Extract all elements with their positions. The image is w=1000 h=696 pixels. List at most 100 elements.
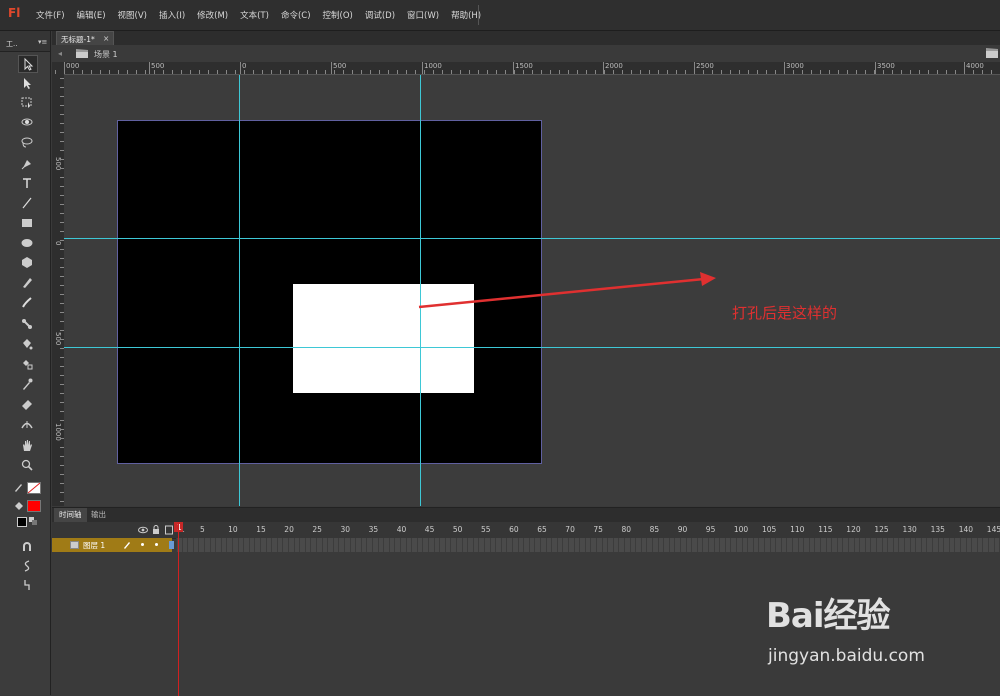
- frame-cell-divider: [416, 538, 418, 552]
- oval-tool[interactable]: [18, 235, 36, 251]
- subselection-icon: [24, 78, 31, 89]
- frame-cell-divider: [355, 538, 357, 552]
- ruler-minor-tick: [100, 70, 101, 74]
- bone-tool[interactable]: [18, 316, 36, 332]
- free-transform-tool[interactable]: [18, 94, 36, 110]
- ruler-tick-label: 1500: [515, 62, 533, 70]
- fill-bucket-icon: [14, 501, 24, 511]
- brush-tool[interactable]: [18, 294, 36, 310]
- menu-help[interactable]: 帮助(H): [445, 4, 487, 26]
- back-arrow-icon[interactable]: ◂: [58, 49, 62, 58]
- layer-name[interactable]: 图层 1: [83, 540, 105, 551]
- 3d-rotation-tool[interactable]: [18, 114, 36, 130]
- hand-tool[interactable]: [18, 437, 36, 453]
- document-tab[interactable]: 无标题-1* ×: [56, 31, 114, 46]
- visibility-dot[interactable]: [141, 543, 144, 546]
- ink-bottle-tool[interactable]: [18, 356, 36, 372]
- menu-file[interactable]: 文件(F): [30, 4, 71, 26]
- frames-row[interactable]: [176, 538, 1000, 552]
- menu-view[interactable]: 视图(V): [112, 4, 153, 26]
- menu-insert[interactable]: 插入(I): [153, 4, 191, 26]
- tools-panel-header[interactable]: 工.. ▾≡: [0, 31, 50, 52]
- menu-debug[interactable]: 调试(D): [359, 4, 401, 26]
- frame-cell-divider: [187, 538, 189, 552]
- frame-cell-divider: [988, 538, 989, 552]
- frame-cell-divider: [993, 538, 995, 552]
- ruler-minor-tick: [721, 70, 722, 74]
- straighten-tool[interactable]: [18, 577, 36, 593]
- text-tool[interactable]: [18, 175, 36, 191]
- frame-number: 125: [874, 525, 889, 534]
- lock-icon[interactable]: [152, 525, 160, 535]
- menu-edit[interactable]: 编辑(E): [71, 4, 112, 26]
- subselection-tool[interactable]: [18, 75, 36, 91]
- smooth-tool[interactable]: [18, 558, 36, 574]
- rectangle-tool[interactable]: [18, 215, 36, 231]
- outline-icon[interactable]: [165, 525, 173, 535]
- polystar-tool[interactable]: [18, 254, 36, 270]
- menu-text[interactable]: 文本(T): [234, 4, 275, 26]
- pencil-tool[interactable]: [18, 274, 36, 290]
- frame-number: 100: [733, 525, 749, 534]
- panel-menu-icon[interactable]: ▾≡: [38, 38, 47, 46]
- frame-cell-divider: [366, 538, 368, 552]
- close-icon[interactable]: ×: [103, 34, 109, 43]
- stroke-color-swatch[interactable]: [27, 482, 41, 494]
- default-colors-icon[interactable]: [17, 517, 27, 527]
- ruler-minor-tick: [838, 70, 839, 74]
- menu-modify[interactable]: 修改(M): [191, 4, 234, 26]
- scene-label[interactable]: 场景 1: [94, 49, 118, 60]
- swap-colors-icon[interactable]: [29, 517, 38, 525]
- menu-commands[interactable]: 命令(C): [275, 4, 317, 26]
- fill-color-swatch[interactable]: [27, 500, 41, 512]
- eyedropper-tool[interactable]: [18, 376, 36, 392]
- lock-dot[interactable]: [155, 543, 158, 546]
- eye-icon[interactable]: [138, 525, 148, 535]
- ruler-minor-tick: [118, 70, 119, 74]
- frame-cell-divider: [786, 538, 788, 552]
- frame-cell-divider: [528, 538, 530, 552]
- menu-divider: [478, 5, 479, 25]
- frame-cell-divider: [937, 538, 939, 552]
- ruler-minor-tick: [343, 70, 344, 74]
- tab-timeline[interactable]: 时间轴: [54, 508, 87, 522]
- menu-window[interactable]: 窗口(W): [401, 4, 445, 26]
- frame-cell-divider: [685, 538, 687, 552]
- ruler-minor-tick: [208, 70, 209, 74]
- frame-cell-divider: [960, 538, 961, 552]
- pencil-icon: [23, 278, 32, 288]
- line-tool[interactable]: [18, 195, 36, 211]
- frame-ruler[interactable]: 1510152025303540455055606570758085909510…: [176, 522, 1000, 538]
- ruler-minor-tick: [334, 70, 335, 74]
- ruler-minor-tick: [982, 70, 983, 74]
- horizontal-ruler[interactable]: 000 500 0 500 1000 1500 2000 2500 3000 3500 4000: [52, 62, 1000, 75]
- keyframe[interactable]: [169, 541, 174, 549]
- frame-cell-divider: [472, 538, 474, 552]
- paint-bucket-icon: [23, 339, 33, 350]
- zoom-tool[interactable]: [18, 457, 36, 473]
- width-tool[interactable]: [18, 416, 36, 432]
- frame-cell-divider: [842, 538, 844, 552]
- ruler-minor-tick: [739, 70, 740, 74]
- layer-row[interactable]: 图层 1: [52, 538, 172, 552]
- ruler-minor-tick: [757, 70, 758, 74]
- selection-tool[interactable]: [18, 55, 38, 73]
- ruler-minor-tick: [460, 70, 461, 74]
- tab-output[interactable]: 输出: [86, 508, 111, 522]
- menu-control[interactable]: 控制(O): [317, 4, 359, 26]
- eraser-tool[interactable]: [18, 396, 36, 412]
- frame-cell-divider: [321, 538, 323, 552]
- frame-cell-divider: [904, 538, 905, 552]
- frame-cell-divider: [584, 538, 586, 552]
- pen-tool[interactable]: [18, 156, 36, 172]
- document-tab-label: 无标题-1*: [61, 35, 95, 44]
- frame-number: 110: [790, 525, 805, 534]
- frame-cell-divider: [495, 538, 497, 552]
- pasteboard[interactable]: 打孔后是这样的: [64, 75, 1000, 506]
- lasso-tool[interactable]: [18, 134, 36, 150]
- straighten-icon: [24, 580, 30, 590]
- frame-cell-divider: [831, 538, 833, 552]
- snap-tool[interactable]: [18, 539, 36, 555]
- edit-scene-icon[interactable]: [986, 48, 998, 58]
- paint-bucket-tool[interactable]: [18, 336, 36, 352]
